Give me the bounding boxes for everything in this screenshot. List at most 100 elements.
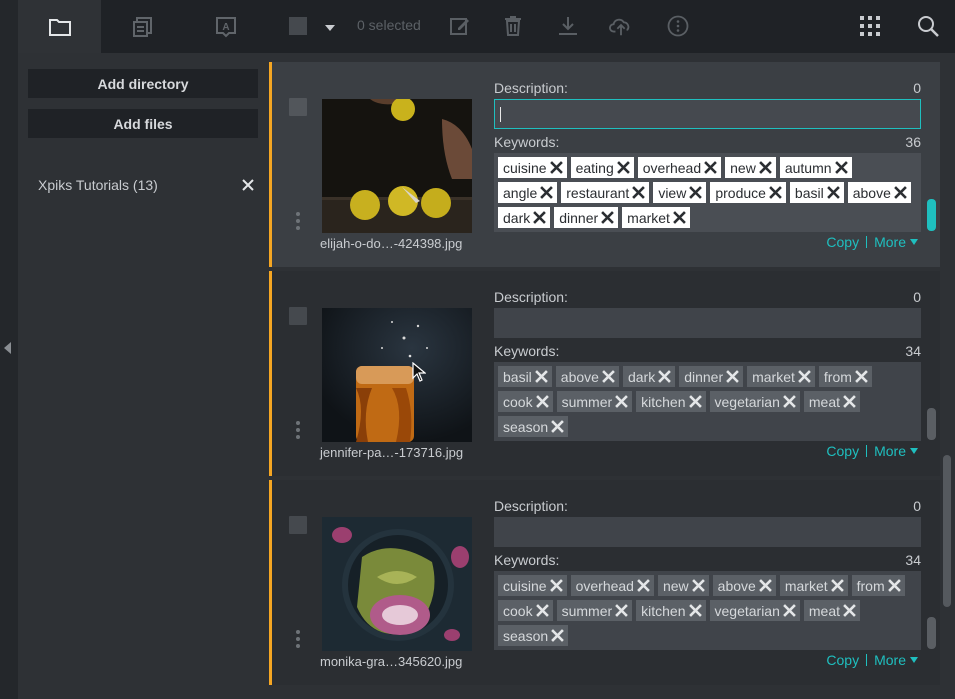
copy-link[interactable]: Copy (826, 652, 859, 668)
artwork-menu-button[interactable] (295, 421, 301, 439)
edit-button[interactable] (448, 14, 472, 38)
keyword-chip[interactable]: cook (498, 600, 553, 621)
keyword-chip[interactable]: vegetarian (709, 391, 800, 412)
remove-keyword-icon[interactable] (783, 395, 796, 408)
remove-keyword-icon[interactable] (689, 186, 703, 199)
keyword-chip[interactable]: angle (498, 182, 558, 203)
keyword-chip[interactable]: dinner (554, 207, 619, 228)
keyword-chip[interactable]: kitchen (636, 600, 706, 621)
remove-keyword-icon[interactable] (533, 211, 547, 224)
left-collapse-strip[interactable] (0, 0, 18, 699)
keyword-chip[interactable]: basil (789, 182, 844, 203)
keyword-chip[interactable]: from (851, 575, 905, 596)
remove-keyword-icon[interactable] (688, 395, 702, 408)
keyword-chip[interactable]: basil (498, 366, 552, 387)
keyword-chip[interactable]: restaurant (561, 182, 650, 203)
artwork-checkbox[interactable] (289, 516, 307, 534)
remove-keyword-icon[interactable] (615, 604, 628, 617)
artwork-card[interactable]: monika-gra…345620.jpg Description: 0 Key… (269, 480, 940, 685)
remove-keyword-icon[interactable] (673, 211, 686, 224)
artwork-thumbnail[interactable] (322, 517, 472, 651)
remove-keyword-icon[interactable] (615, 395, 628, 408)
remove-directory-button[interactable] (240, 175, 256, 195)
keyword-chip[interactable]: overhead (637, 157, 722, 178)
artwork-checkbox[interactable] (289, 307, 307, 325)
more-link[interactable]: More (874, 234, 918, 250)
artwork-card[interactable]: elijah-o-do…-424398.jpg Description: 0 K… (269, 62, 940, 267)
remove-keyword-icon[interactable] (688, 604, 702, 617)
keyword-chip[interactable]: cuisine (498, 157, 567, 178)
remove-keyword-icon[interactable] (758, 161, 772, 174)
remove-keyword-icon[interactable] (704, 161, 717, 174)
keywords-editor[interactable]: cuisine eating overhead new autumn angle resta… (494, 153, 921, 232)
artwork-menu-button[interactable] (295, 630, 301, 648)
select-all-checkbox[interactable] (289, 17, 307, 35)
keyword-chip[interactable]: overhead (570, 575, 654, 596)
remove-keyword-icon[interactable] (843, 604, 856, 617)
remove-keyword-icon[interactable] (894, 186, 907, 199)
upload-button[interactable] (609, 14, 633, 38)
tab-files[interactable] (101, 0, 184, 53)
description-input[interactable] (494, 517, 921, 547)
keyword-chip[interactable]: autumn (779, 157, 852, 178)
delete-button[interactable] (501, 14, 525, 38)
remove-keyword-icon[interactable] (855, 370, 868, 383)
remove-keyword-icon[interactable] (637, 579, 650, 592)
keyword-chip[interactable]: dinner (679, 366, 744, 387)
artwork-thumbnail[interactable] (322, 308, 472, 442)
remove-keyword-icon[interactable] (616, 161, 630, 174)
copy-link[interactable]: Copy (826, 234, 859, 250)
remove-keyword-icon[interactable] (887, 579, 901, 592)
keyword-chip[interactable]: season (498, 416, 569, 437)
add-files-button[interactable]: Add files (28, 109, 258, 138)
keyword-chip[interactable]: new (657, 575, 709, 596)
remove-keyword-icon[interactable] (602, 370, 615, 383)
collapse-arrow-icon[interactable] (4, 342, 11, 354)
keyword-chip[interactable]: eating (570, 157, 634, 178)
remove-keyword-icon[interactable] (535, 395, 549, 408)
keywords-scrollbar[interactable] (927, 617, 936, 649)
remove-keyword-icon[interactable] (691, 579, 705, 592)
keyword-chip[interactable]: dark (498, 207, 551, 228)
keywords-scrollbar[interactable] (927, 408, 936, 440)
tab-spelling[interactable]: A (184, 0, 267, 53)
remove-keyword-icon[interactable] (658, 370, 672, 383)
keyword-chip[interactable]: meat (803, 600, 861, 621)
description-input[interactable] (494, 99, 921, 129)
more-link[interactable]: More (874, 443, 918, 459)
remove-keyword-icon[interactable] (758, 579, 772, 592)
keyword-chip[interactable]: vegetarian (709, 600, 800, 621)
artwork-checkbox[interactable] (289, 98, 307, 116)
grid-view-button[interactable] (858, 14, 882, 38)
remove-keyword-icon[interactable] (534, 370, 548, 383)
remove-keyword-icon[interactable] (551, 629, 564, 642)
more-link[interactable]: More (874, 652, 918, 668)
keyword-chip[interactable]: market (747, 366, 815, 387)
keyword-chip[interactable]: new (725, 157, 776, 178)
artwork-thumbnail[interactable] (322, 99, 472, 233)
remove-keyword-icon[interactable] (826, 186, 840, 199)
remove-keyword-icon[interactable] (834, 161, 848, 174)
search-button[interactable] (916, 14, 940, 38)
remove-keyword-icon[interactable] (726, 370, 739, 383)
copy-link[interactable]: Copy (826, 443, 859, 459)
main-scrollbar[interactable] (943, 455, 951, 607)
keyword-chip[interactable]: produce (710, 182, 786, 203)
description-input[interactable] (494, 308, 921, 338)
keyword-chip[interactable]: above (712, 575, 776, 596)
keyword-chip[interactable]: view (653, 182, 707, 203)
remove-keyword-icon[interactable] (632, 186, 646, 199)
keywords-scrollbar[interactable] (927, 199, 936, 231)
artwork-card[interactable]: jennifer-pa…-173716.jpg Description: 0 K… (269, 271, 940, 476)
keyword-chip[interactable]: from (818, 366, 872, 387)
keyword-chip[interactable]: cuisine (498, 575, 567, 596)
remove-keyword-icon[interactable] (535, 604, 549, 617)
remove-keyword-icon[interactable] (843, 395, 856, 408)
remove-keyword-icon[interactable] (549, 161, 563, 174)
keyword-chip[interactable]: season (498, 625, 569, 646)
directory-item[interactable]: Xpiks Tutorials (13) (38, 175, 256, 195)
artwork-menu-button[interactable] (295, 212, 301, 230)
keyword-chip[interactable]: market (779, 575, 848, 596)
keyword-chip[interactable]: dark (622, 366, 676, 387)
keyword-chip[interactable]: meat (803, 391, 861, 412)
